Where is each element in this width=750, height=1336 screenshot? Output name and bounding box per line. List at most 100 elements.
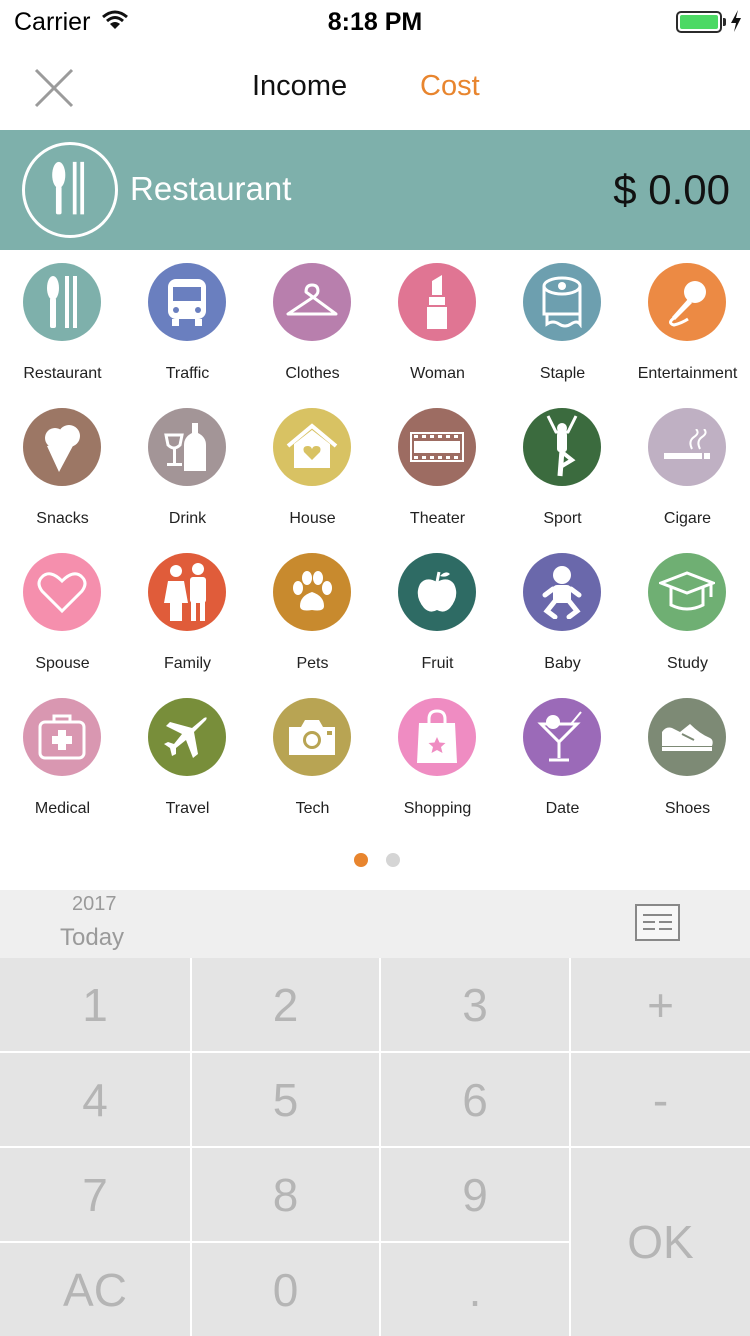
key-7[interactable]: 7 bbox=[0, 1148, 190, 1241]
clock: 8:18 PM bbox=[327, 8, 423, 36]
house-icon bbox=[273, 408, 351, 486]
category-staple[interactable]: Staple bbox=[500, 250, 625, 395]
key-minus[interactable]: - bbox=[571, 1053, 750, 1146]
category-label: Clothes bbox=[285, 365, 340, 382]
bus-icon bbox=[148, 263, 226, 341]
category-sport[interactable]: Sport bbox=[500, 395, 625, 540]
clear-button[interactable]: AC bbox=[0, 1243, 190, 1336]
key-8[interactable]: 8 bbox=[192, 1148, 379, 1241]
category-baby[interactable]: Baby bbox=[500, 540, 625, 685]
category-label: Pets bbox=[296, 655, 329, 672]
category-travel[interactable]: Travel bbox=[125, 685, 250, 830]
toilet-paper-icon bbox=[523, 263, 601, 341]
category-label: Drink bbox=[168, 510, 207, 527]
key-6[interactable]: 6 bbox=[381, 1053, 569, 1146]
family-icon bbox=[148, 553, 226, 631]
shopping-bag-icon bbox=[398, 698, 476, 776]
category-label: Traffic bbox=[165, 365, 210, 382]
category-theater[interactable]: Theater bbox=[375, 395, 500, 540]
battery-icon bbox=[676, 11, 722, 33]
category-label: Date bbox=[545, 800, 580, 817]
key-0[interactable]: 0 bbox=[192, 1243, 379, 1336]
key-2[interactable]: 2 bbox=[192, 958, 379, 1051]
charging-bolt-icon bbox=[731, 10, 741, 32]
category-label: Shoes bbox=[664, 800, 711, 817]
category-label: Tech bbox=[295, 800, 330, 817]
category-cigare[interactable]: Cigare bbox=[625, 395, 750, 540]
amount-display: $ 0.00 bbox=[613, 166, 730, 213]
key-4[interactable]: 4 bbox=[0, 1053, 190, 1146]
wine-icon bbox=[148, 408, 226, 486]
category-family[interactable]: Family bbox=[125, 540, 250, 685]
date-button[interactable]: Today bbox=[60, 924, 124, 952]
key-3[interactable]: 3 bbox=[381, 958, 569, 1051]
graduation-cap-icon bbox=[648, 553, 726, 631]
utensils-icon bbox=[22, 142, 118, 238]
category-label: Fruit bbox=[421, 655, 454, 672]
paw-icon bbox=[273, 553, 351, 631]
film-icon bbox=[398, 408, 476, 486]
lipstick-icon bbox=[398, 263, 476, 341]
key-5[interactable]: 5 bbox=[192, 1053, 379, 1146]
category-label: Baby bbox=[544, 655, 581, 672]
airplane-icon bbox=[148, 698, 226, 776]
category-label: Staple bbox=[539, 365, 586, 382]
category-shoes[interactable]: Shoes bbox=[625, 685, 750, 830]
category-medical[interactable]: Medical bbox=[0, 685, 125, 830]
selected-category-header: Restaurant $ 0.00 bbox=[0, 130, 750, 250]
category-label: Cigare bbox=[663, 510, 712, 527]
cigarette-icon bbox=[648, 408, 726, 486]
category-traffic[interactable]: Traffic bbox=[125, 250, 250, 395]
note-button[interactable] bbox=[635, 904, 680, 941]
key-9[interactable]: 9 bbox=[381, 1148, 569, 1241]
category-label: Travel bbox=[165, 800, 210, 817]
category-label: Family bbox=[163, 655, 212, 672]
category-label: Theater bbox=[409, 510, 466, 527]
status-bar: Carrier 8:18 PM bbox=[0, 0, 750, 44]
category-fruit[interactable]: Fruit bbox=[375, 540, 500, 685]
category-restaurant[interactable]: Restaurant bbox=[0, 250, 125, 395]
category-grid: Restaurant Traffic Clothes Woman Staple … bbox=[0, 250, 750, 890]
category-tech[interactable]: Tech bbox=[250, 685, 375, 830]
heart-icon bbox=[23, 553, 101, 631]
category-label: Medical bbox=[34, 800, 91, 817]
key-plus[interactable]: + bbox=[571, 958, 750, 1051]
hanger-icon bbox=[273, 263, 351, 341]
category-label: Sport bbox=[543, 510, 582, 527]
baby-icon bbox=[523, 553, 601, 631]
key-decimal[interactable]: . bbox=[381, 1243, 569, 1336]
tab-cost[interactable]: Cost bbox=[420, 70, 480, 103]
category-house[interactable]: House bbox=[250, 395, 375, 540]
year-label[interactable]: 2017 bbox=[72, 893, 117, 916]
date-row: 2017 Today bbox=[0, 890, 750, 958]
selected-category-name: Restaurant bbox=[130, 170, 292, 207]
keypad: 1 2 3 + 4 5 6 - 7 8 9 OK AC 0 . bbox=[0, 958, 750, 1336]
category-label: Spouse bbox=[35, 655, 90, 672]
category-label: Woman bbox=[410, 365, 465, 382]
category-woman[interactable]: Woman bbox=[375, 250, 500, 395]
category-snacks[interactable]: Snacks bbox=[0, 395, 125, 540]
category-entertainment[interactable]: Entertainment bbox=[625, 250, 750, 395]
close-icon[interactable] bbox=[30, 64, 78, 112]
sneaker-icon bbox=[648, 698, 726, 776]
cocktail-icon bbox=[523, 698, 601, 776]
page-indicator-dot[interactable] bbox=[386, 853, 400, 867]
ice-cream-icon bbox=[23, 408, 101, 486]
tab-income[interactable]: Income bbox=[252, 70, 347, 103]
page-indicator-dot-active[interactable] bbox=[354, 853, 368, 867]
key-1[interactable]: 1 bbox=[0, 958, 190, 1051]
category-label: Snacks bbox=[36, 510, 89, 527]
category-clothes[interactable]: Clothes bbox=[250, 250, 375, 395]
microphone-icon bbox=[648, 263, 726, 341]
category-date[interactable]: Date bbox=[500, 685, 625, 830]
category-label: House bbox=[289, 510, 336, 527]
ok-button[interactable]: OK bbox=[571, 1148, 750, 1336]
first-aid-icon bbox=[23, 698, 101, 776]
category-spouse[interactable]: Spouse bbox=[0, 540, 125, 685]
category-shopping[interactable]: Shopping bbox=[375, 685, 500, 830]
note-icon bbox=[643, 914, 672, 930]
category-drink[interactable]: Drink bbox=[125, 395, 250, 540]
category-study[interactable]: Study bbox=[625, 540, 750, 685]
nav-bar: Income Cost bbox=[0, 44, 750, 130]
category-pets[interactable]: Pets bbox=[250, 540, 375, 685]
